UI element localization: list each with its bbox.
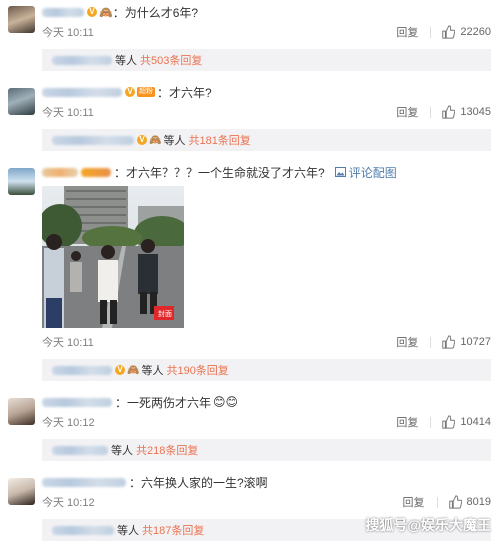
view-replies-link[interactable]: 共218条回复 xyxy=(136,442,198,458)
reply-users-blurred xyxy=(52,365,112,375)
thumbs-up-icon[interactable] xyxy=(441,105,456,119)
username-blurred[interactable] xyxy=(42,7,84,17)
comment-text: ：才六年? xyxy=(157,85,212,100)
reply-users-blurred xyxy=(52,135,134,145)
avatar[interactable] xyxy=(8,88,35,115)
avatar[interactable] xyxy=(8,478,35,505)
replies-summary[interactable]: 等人 共218条回复 xyxy=(42,439,491,461)
comment-picture-label: 评论配图 xyxy=(348,165,397,180)
comment-text: ：才六年？？？一个生命就没了才六年? xyxy=(114,165,325,180)
replies-summary[interactable]: 等人 共503条回复 xyxy=(42,49,491,71)
view-replies-link[interactable]: 共187条回复 xyxy=(142,522,204,538)
emoji-icon: 🙈 xyxy=(99,6,113,19)
divider xyxy=(436,496,438,508)
username-blurred[interactable] xyxy=(42,397,112,407)
divider xyxy=(430,26,432,38)
photo-tag: 封面 xyxy=(158,311,172,318)
thumbs-up-icon[interactable] xyxy=(441,25,456,39)
comment-text: ：为什么才6年? xyxy=(112,5,199,20)
comment-time: 今天 10:11 xyxy=(42,337,94,349)
reply-users-blurred xyxy=(52,55,112,65)
comment-photo[interactable]: 封面 xyxy=(42,186,184,328)
avatar[interactable] xyxy=(8,398,35,425)
thumbs-up-icon[interactable] xyxy=(441,415,456,429)
reply-users-suffix: 等人 xyxy=(141,365,164,377)
emoji-icon: 🙈 xyxy=(127,364,140,376)
image-icon xyxy=(334,167,346,177)
thumbs-up-icon[interactable] xyxy=(441,335,456,349)
avatar[interactable] xyxy=(8,168,35,195)
comment-time: 今天 10:12 xyxy=(42,417,95,429)
verified-icon: V xyxy=(87,7,97,17)
reply-users-blurred xyxy=(52,525,114,535)
comment-text: ：六年换人家的一生?滚啊 xyxy=(129,475,268,490)
comment-text: ：一死两伤才六年 xyxy=(115,395,212,410)
smile-emoji-icon: 😊😊 xyxy=(213,395,239,409)
divider xyxy=(430,336,432,348)
view-replies-link[interactable]: 共181条回复 xyxy=(188,132,250,148)
view-replies-link[interactable]: 共190条回复 xyxy=(166,362,228,378)
username-blurred xyxy=(81,167,111,177)
view-replies-link[interactable]: 共503条回复 xyxy=(140,52,202,68)
fan-badge: 超粉 xyxy=(137,87,155,97)
username-blurred[interactable] xyxy=(42,87,122,97)
verified-icon: V xyxy=(137,135,147,145)
reply-button[interactable]: 回复 xyxy=(396,104,418,120)
like-count: 22260 xyxy=(460,26,491,38)
comment-picture-link[interactable]: 评论配图 xyxy=(334,164,397,181)
divider xyxy=(430,416,432,428)
reply-button[interactable]: 回复 xyxy=(396,24,418,40)
like-count: 8019 xyxy=(466,496,491,508)
reply-button[interactable]: 回复 xyxy=(403,494,425,510)
verified-icon: V xyxy=(115,365,125,375)
thumbs-up-icon[interactable] xyxy=(448,495,462,509)
reply-button[interactable]: 回复 xyxy=(396,414,418,430)
watermark: 搜狐号@娱乐大魔王 xyxy=(365,517,491,533)
reply-users-suffix: 等人 xyxy=(111,445,133,457)
reply-button[interactable]: 回复 xyxy=(396,334,418,350)
reply-users-suffix: 等人 xyxy=(163,135,186,147)
emoji-icon: 🙈 xyxy=(149,134,162,146)
comment-time: 今天 10:11 xyxy=(42,107,94,119)
like-count: 13045 xyxy=(460,106,491,118)
divider xyxy=(430,106,432,118)
username-blurred[interactable] xyxy=(42,167,78,177)
reply-users-blurred xyxy=(52,445,108,455)
comment-time: 今天 10:12 xyxy=(42,497,95,509)
comment-time: 今天 10:11 xyxy=(42,27,94,39)
username-blurred[interactable] xyxy=(42,477,126,487)
replies-summary[interactable]: V 🙈 等人 共181条回复 xyxy=(42,129,491,151)
replies-summary[interactable]: V 🙈 等人 共190条回复 xyxy=(42,359,491,381)
reply-users-suffix: 等人 xyxy=(117,525,139,537)
avatar[interactable] xyxy=(8,6,35,33)
street-photo-image xyxy=(42,186,184,328)
like-count: 10727 xyxy=(460,336,491,348)
reply-users-suffix: 等人 xyxy=(115,55,137,67)
verified-icon: V xyxy=(125,87,135,97)
like-count: 10414 xyxy=(460,416,491,428)
